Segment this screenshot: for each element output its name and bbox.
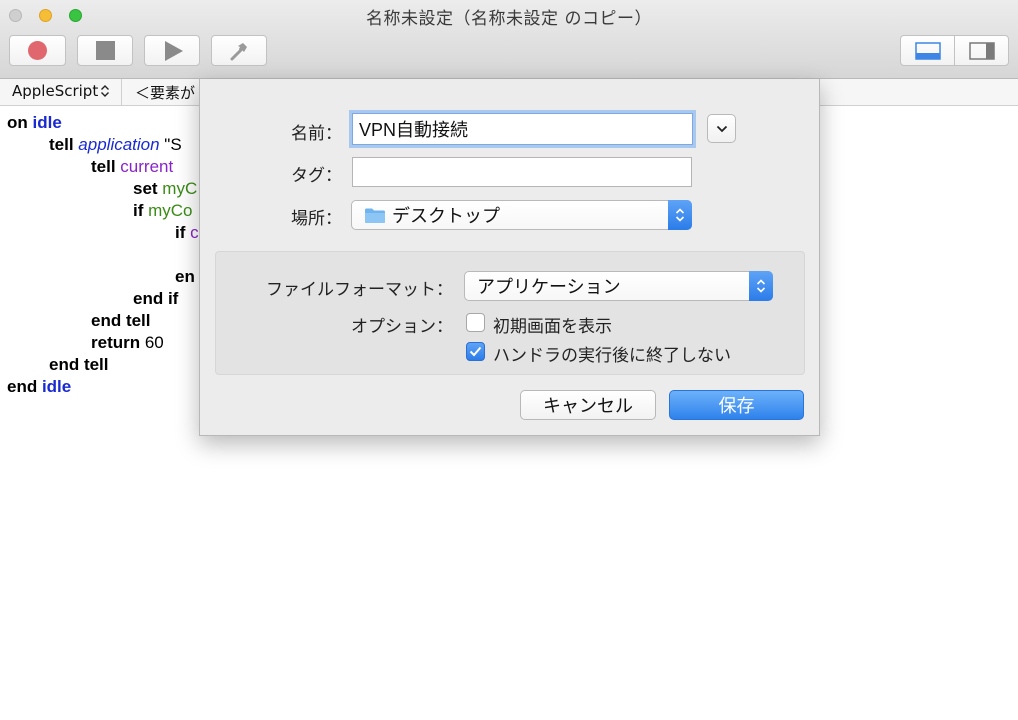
location-stepper [668,200,692,230]
cancel-button[interactable]: キャンセル [520,390,656,420]
script-line: set myC [133,178,197,200]
hammer-icon [230,42,247,60]
window-title: 名称未設定（名称未設定 のコピー） [366,9,652,29]
script-token: tell [49,135,79,154]
script-token: set [133,179,163,198]
script-token: if [175,223,191,242]
tags-label: タグ： [291,166,342,185]
script-token: myCo [148,201,193,220]
updown-arrows-icon [756,279,766,293]
bottom-pane-icon [914,41,941,60]
script-token: application [78,135,160,154]
name-label: 名前： [291,124,342,143]
compile-button[interactable] [211,35,267,66]
stay-open-checkbox[interactable] [466,342,485,361]
name-field[interactable]: VPN自動接続 [352,113,693,145]
options-label: オプション： [351,317,453,336]
navbar-divider [121,79,122,105]
record-button[interactable] [9,35,66,66]
window-titlebar: 名称未設定（名称未設定 のコピー） [0,0,1018,79]
language-label: AppleScript [12,82,99,100]
script-line: end idle [7,376,71,398]
script-token: idle [32,113,62,132]
script-token: end tell [49,355,109,374]
location-popup[interactable]: デスクトップ [351,200,692,230]
script-token: idle [41,377,72,396]
script-token: c [190,223,199,242]
script-token: on [7,113,33,132]
script-token: end [7,377,42,396]
stop-button[interactable] [77,35,133,66]
chevron-down-icon [716,125,727,132]
tags-field[interactable] [352,157,692,187]
toggle-side-pane-button[interactable] [954,36,1008,65]
script-token: myC [162,179,198,198]
script-line: en [175,266,195,288]
script-line: return 60 [91,332,164,354]
file-format-label: ファイルフォーマット： [266,280,453,299]
name-field-value: VPN自動接続 [359,120,469,140]
updown-arrows-icon [675,208,685,222]
folder-icon [365,208,385,223]
show-startup-screen-checkbox[interactable] [466,313,485,332]
run-button[interactable] [144,35,200,66]
language-popup[interactable]: AppleScript [12,82,110,100]
side-pane-icon [968,41,995,60]
script-line: on idle [7,112,62,134]
file-format-popup[interactable]: アプリケーション [464,271,773,301]
show-startup-screen-label: 初期画面を表示 [493,317,612,336]
script-token: 60 [144,333,164,352]
script-line: end tell [91,310,151,332]
location-label: 場所： [291,209,342,228]
script-line: if myCo [133,200,193,222]
script-line: tell application "S [49,134,182,156]
location-value: デスクトップ [392,206,500,226]
stop-icon [95,41,115,60]
script-line: if c [175,222,199,244]
play-icon [165,40,183,61]
file-format-stepper [749,271,773,301]
script-line: end if [133,288,178,310]
stay-open-label: ハンドラの実行後に終了しない [493,346,731,365]
format-options-box: ファイルフォーマット： アプリケーション オプション： 初期画面を表示 ハンドラ… [215,251,805,375]
script-token: end if [133,289,179,308]
script-token: en [175,267,195,286]
checkmark-icon [469,346,482,357]
save-dialog: 名前： VPN自動接続 タグ： 場所： デスクトップ ファイルフォーマット： ア… [199,79,820,436]
script-token: tell [91,157,121,176]
toggle-bottom-pane-button[interactable] [901,36,954,65]
expand-dialog-button[interactable] [707,114,736,143]
script-token: "S [159,135,182,154]
element-popup[interactable]: ＜要素が [135,82,195,103]
script-token: return [91,333,145,352]
script-line: tell current [91,156,173,178]
updown-arrows-icon [101,85,110,97]
script-token: end tell [91,311,151,330]
script-token: current [120,157,174,176]
script-token: if [133,201,149,220]
save-button[interactable]: 保存 [669,390,804,420]
script-line: end tell [49,354,109,376]
view-toggle [900,35,1009,66]
record-icon [28,41,47,60]
file-format-value: アプリケーション [477,277,621,297]
